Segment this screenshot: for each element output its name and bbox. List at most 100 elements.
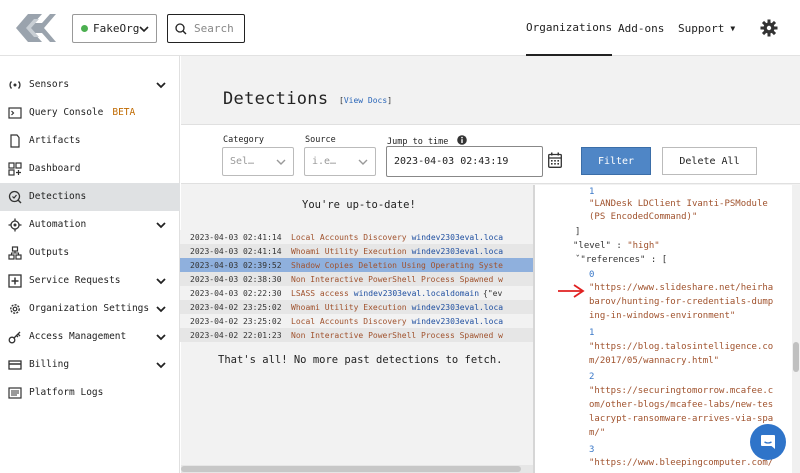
sidebar: Sensors Query Console BETA Artifacts Dash…	[0, 56, 180, 473]
row-extra: {"ev	[483, 288, 503, 298]
nav-organizations[interactable]: Organizations	[526, 0, 613, 56]
row-timestamp: 2023-04-03 02:41:14	[190, 246, 282, 256]
sidebar-item-query-console[interactable]: Query Console BETA	[0, 99, 180, 127]
table-row[interactable]: 2023-04-02 23:25:02 Local Accounts Disco…	[180, 314, 534, 328]
json-index: 1	[589, 187, 595, 197]
org-selector[interactable]: FakeOrg	[72, 14, 157, 43]
sidebar-item-automation[interactable]: Automation	[0, 211, 180, 239]
nav-support[interactable]: Support ▼	[678, 0, 735, 56]
chat-support-button[interactable]	[750, 424, 786, 460]
json-string: "LANDesk LDClient Ivanti-PSModule	[589, 199, 768, 209]
sidebar-item-access-management[interactable]: Access Management	[0, 323, 180, 351]
info-icon[interactable]	[457, 135, 467, 145]
sidebar-item-label: Organization Settings	[29, 303, 150, 314]
chat-bubble-icon	[761, 435, 775, 449]
plus-icon	[8, 274, 22, 288]
sidebar-item-label: Service Requests	[29, 275, 121, 286]
sidebar-item-platform-logs[interactable]: Platform Logs	[0, 379, 180, 407]
json-level-line: "level" : "high"	[573, 241, 660, 251]
settings-gear-icon[interactable]	[760, 19, 778, 37]
query-console-label: Query Console	[29, 107, 104, 118]
up-to-date-message: You're up-to-date!	[302, 199, 416, 211]
sidebar-item-dashboard[interactable]: Dashboard	[0, 155, 180, 183]
cog-icon	[10, 304, 20, 314]
chevron-down-icon	[156, 278, 166, 285]
json-references-line[interactable]: ˇ"references" : [	[575, 255, 667, 265]
top-bar: FakeOrg Search Organizations Add-ons Sup…	[0, 0, 800, 56]
vertical-scrollbar[interactable]	[792, 185, 800, 473]
search-input[interactable]: Search	[167, 14, 245, 43]
json-bracket: [	[661, 255, 668, 265]
table-row[interactable]: 2023-04-02 23:25:02 Whoami Utility Execu…	[180, 300, 534, 314]
row-timestamp: 2023-04-03 02:39:52	[190, 260, 282, 270]
json-bracket: ]	[575, 227, 581, 237]
row-category: Local Accounts Discovery	[291, 316, 407, 326]
nav-support-label: Support	[678, 21, 725, 35]
calendar-icon[interactable]	[548, 152, 562, 168]
table-row[interactable]: 2023-04-03 02:41:14 Whoami Utility Execu…	[180, 244, 534, 258]
logo-icon[interactable]	[12, 10, 56, 46]
json-index: 0	[589, 270, 595, 280]
chevron-down-icon	[156, 82, 166, 89]
delete-all-button[interactable]: Delete All	[662, 147, 757, 175]
sidebar-item-label: Access Management	[29, 331, 127, 342]
table-row[interactable]: 2023-04-02 22:01:23 Non Interactive Powe…	[180, 328, 534, 342]
json-key: "references"	[580, 255, 646, 265]
view-docs-label[interactable]: View Docs	[344, 96, 387, 105]
sidebar-item-label: Platform Logs	[29, 387, 104, 398]
sidebar-item-label: Dashboard	[29, 163, 81, 174]
sidebar-item-outputs[interactable]: Outputs	[0, 239, 180, 267]
horizontal-scrollbar-thumb[interactable]	[181, 466, 521, 472]
sidebar-item-billing[interactable]: Billing	[0, 351, 180, 379]
view-docs-link[interactable]: [View Docs]	[339, 96, 392, 105]
json-value: "high"	[627, 241, 660, 251]
red-annotation-arrow-icon	[558, 284, 585, 298]
vertical-scrollbar-thumb[interactable]	[793, 342, 799, 372]
sidebar-item-label: Outputs	[29, 247, 70, 258]
nav-organizations-label: Organizations	[526, 20, 613, 34]
table-row-selected[interactable]: 2023-04-03 02:39:52 Shadow Copies Deleti…	[180, 258, 534, 272]
chevron-down-icon	[156, 222, 166, 229]
row-category: Non Interactive PowerShell Process Spawn…	[291, 274, 503, 284]
chevron-down-icon	[276, 159, 286, 165]
table-row[interactable]: 2023-04-03 02:41:14 Local Accounts Disco…	[180, 230, 534, 244]
source-select[interactable]: i.e…	[304, 147, 376, 176]
sidebar-item-sensors[interactable]: Sensors	[0, 71, 180, 99]
json-string: m/"	[589, 428, 606, 438]
json-string: lacrypt-ransomware-arrives-via-spa	[589, 414, 774, 424]
chevron-down-icon	[139, 26, 149, 33]
json-key: "level"	[573, 241, 611, 251]
sidebar-item-artifacts[interactable]: Artifacts	[0, 127, 180, 155]
row-host: windev2303eval.loca	[411, 232, 504, 242]
row-category: Non Interactive PowerShell Process Spawn…	[291, 330, 503, 340]
sidebar-item-service-requests[interactable]: Service Requests	[0, 267, 180, 295]
filter-button[interactable]: Filter	[581, 147, 651, 175]
org-status-dot	[81, 25, 88, 32]
jump-to-time-input[interactable]: 2023-04-03 02:43:19	[386, 146, 543, 177]
source-placeholder: i.e…	[312, 156, 337, 167]
json-index: 3	[589, 445, 595, 455]
category-select[interactable]: Sel…	[222, 147, 294, 176]
category-label: Category	[223, 135, 264, 145]
json-string: "https://www.bleepingcomputer.com/	[589, 458, 774, 468]
table-row[interactable]: 2023-04-03 02:22:30 LSASS access windev2…	[180, 286, 534, 300]
sidebar-item-label: Detections	[29, 191, 87, 202]
chevron-down-icon	[156, 334, 166, 341]
sidebar-item-organization-settings[interactable]: Organization Settings	[0, 295, 180, 323]
row-category: Local Accounts Discovery	[291, 232, 407, 242]
logs-icon	[8, 387, 22, 399]
json-string: barov/hunting-for-credentials-dump	[589, 297, 774, 307]
table-row[interactable]: 2023-04-03 02:38:30 Non Interactive Powe…	[180, 272, 534, 286]
row-timestamp: 2023-04-02 22:01:23	[190, 330, 282, 340]
sidebar-item-label: Query Console BETA	[29, 107, 135, 118]
json-string: "https://blog.talosintelligence.co	[589, 342, 774, 352]
billing-icon	[8, 360, 22, 370]
category-placeholder: Sel…	[230, 156, 255, 167]
nav-addons[interactable]: Add-ons	[618, 0, 664, 56]
sidebar-item-detections[interactable]: Detections	[0, 183, 180, 211]
json-string: "https://securingtomorrow.mcafee.c	[589, 386, 774, 396]
json-index: 1	[589, 328, 595, 338]
no-more-detections-message: That's all! No more past detections to f…	[218, 354, 503, 366]
jump-to-time-value: 2023-04-03 02:43:19	[394, 156, 509, 167]
page-title: Detections	[223, 89, 329, 109]
